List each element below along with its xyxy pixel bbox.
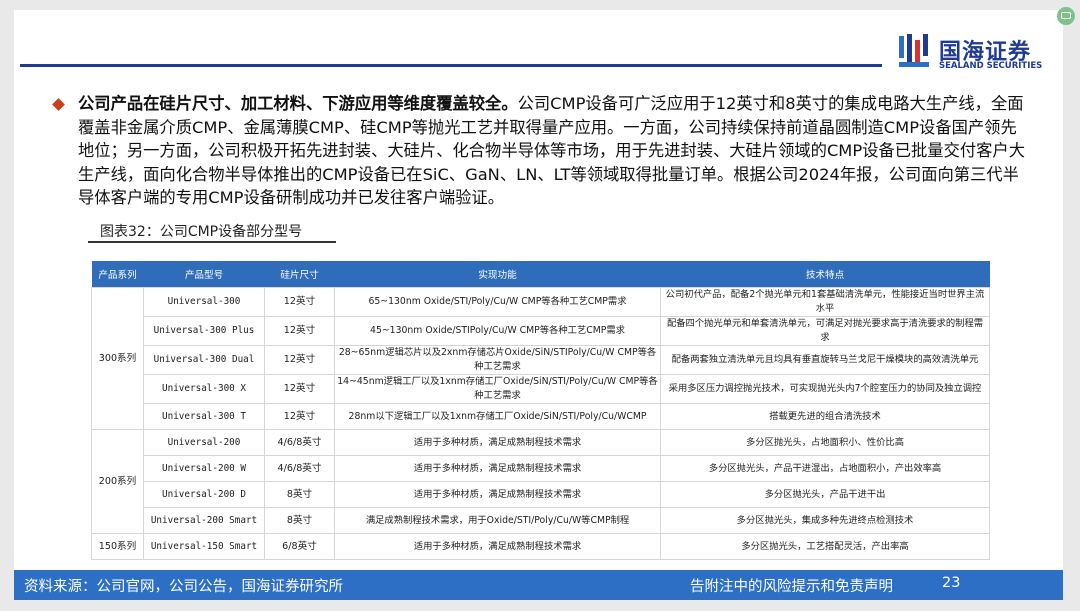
size-cell: 12英寸 [264,345,335,375]
feature-cell: 公司初代产品，配备2个抛光单元和1套基础清洗单元，性能接近当时世界主流水平 [660,287,990,317]
table-header-row: 产品系列 产品型号 硅片尺寸 实现功能 技术特点 [91,261,990,288]
size-cell: 12英寸 [264,316,335,346]
table-row: 300系列 Universal-300 12英寸 65~130nm Oxide/… [91,287,990,430]
feature-cell: 多分区抛光头，集成多种先进终点检测技术 [660,507,990,534]
cmp-models-table: 产品系列 产品型号 硅片尺寸 实现功能 技术特点 300系列 Universal… [91,261,990,560]
function-cell: 45~130nm Oxide/STIPoly/Cu/W CMP等各种工艺CMP需… [334,316,661,346]
table-row: Universal-200 D 8英寸 适用于多种材质，满足成熟制程技术需求 多… [92,481,990,508]
header-rule [20,64,882,67]
footer-bar: 资料来源：公司官网，公司公告，国海证券研究所 告附注中的风险提示和免责声明 23 [14,570,1063,600]
function-cell: 适用于多种材质，满足成熟制程技术需求 [334,429,661,456]
header-size: 硅片尺寸 [264,261,335,288]
size-cell: 8英寸 [264,507,335,534]
size-cell: 12英寸 [264,403,335,430]
header-feature: 技术特点 [660,261,990,288]
function-cell: 适用于多种材质，满足成熟制程技术需求 [334,533,661,560]
size-cell: 12英寸 [264,287,335,317]
size-cell: 12英寸 [264,374,335,404]
table-row: Universal-200 W 4/6/8英寸 适用于多种材质，满足成熟制程技术… [92,455,990,482]
function-cell: 适用于多种材质，满足成熟制程技术需求 [334,481,661,508]
model-cell: Universal-300 Plus [143,316,265,346]
header-series: 产品系列 [91,261,144,288]
slide: 国海证券 SEALAND SECURITIES 公司产品在硅片尺寸、加工材料、下… [14,10,1063,600]
feature-cell: 多分区抛光头，工艺搭配灵活，产出率高 [660,533,990,560]
model-cell: Universal-200 Smart [143,507,265,534]
model-cell: Universal-300 X [143,374,265,404]
figure-title: 图表32：公司CMP设备部分型号 [100,224,303,240]
model-cell: Universal-300 Dual [143,345,265,375]
table-row: Universal-300 T 12英寸 28nm以下逻辑工厂以及1xnm存储工… [92,403,990,430]
bullet-diamond-icon [52,98,65,111]
figure-title-rule [88,241,336,243]
size-cell: 4/6/8英寸 [264,429,335,456]
company-logo: 国海证券 SEALAND SECURITIES [897,32,1057,80]
page-number: 23 [942,575,961,591]
feature-cell: 多分区抛光头，产品干进湿出，占地面积小，产出效率高 [660,455,990,482]
function-cell: 14~45nm逻辑工厂以及1xnm存储工厂Oxide/SiN/STI/Poly/… [334,374,661,404]
logo-name-en: SEALAND SECURITIES [939,61,1043,71]
feature-cell: 采用多区压力调控抛光技术，可实现抛光头内7个腔室压力的协同及独立调控 [660,374,990,404]
table-row: 150系列 Universal-150 Smart 6/8英寸 适用于多种材质，… [91,533,990,560]
model-cell: Universal-200 W [143,455,265,482]
function-cell: 65~130nm Oxide/STI/Poly/Cu/W CMP等各种工艺CMP… [334,287,661,317]
feature-cell: 配备四个抛光单元和单套清洗单元，可满足对抛光要求高于清洗要求的制程需求 [660,316,990,346]
model-cell: Universal-150 Smart [143,533,265,560]
feature-cell: 多分区抛光头，产品干进干出 [660,481,990,508]
chat-bubble-icon[interactable] [1057,7,1075,25]
feature-cell: 配备两套独立清洗单元且均具有垂直旋转马兰戈尼干燥模块的高效清洗单元 [660,345,990,375]
series-cell: 300系列 [91,287,144,430]
table-row: Universal-300 Dual 12英寸 28~65nm逻辑芯片以及2xn… [92,345,990,375]
size-cell: 6/8英寸 [264,533,335,560]
source-note: 资料来源：公司官网，公司公告，国海证券研究所 [24,579,343,595]
header-model: 产品型号 [143,261,265,288]
function-cell: 满足成熟制程技术需求，用于Oxide/STI/Poly/Cu/W等CMP制程 [334,507,661,534]
table-row: Universal-300 X 12英寸 14~45nm逻辑工厂以及1xnm存储… [92,374,990,404]
series-cell: 150系列 [91,533,144,560]
model-cell: Universal-200 [143,429,265,456]
model-cell: Universal-300 T [143,403,265,430]
model-cell: Universal-300 [143,287,265,317]
size-cell: 4/6/8英寸 [264,455,335,482]
feature-cell: 多分区抛光头，占地面积小、性价比高 [660,429,990,456]
size-cell: 8英寸 [264,481,335,508]
feature-cell: 搭载更先进的组合清洗技术 [660,403,990,430]
model-cell: Universal-200 D [143,481,265,508]
function-cell: 适用于多种材质，满足成熟制程技术需求 [334,455,661,482]
paragraph-lead: 公司产品在硅片尺寸、加工材料、下游应用等维度覆盖较全。 [78,94,518,113]
table-row: Universal-200 Smart 8英寸 满足成熟制程技术需求，用于Oxi… [92,507,990,534]
body-paragraph: 公司产品在硅片尺寸、加工材料、下游应用等维度覆盖较全。公司CMP设备可广泛应用于… [78,92,1028,210]
table-row: Universal-300 Plus 12英寸 45~130nm Oxide/S… [92,316,990,346]
function-cell: 28~65nm逻辑芯片以及2xnm存储芯片Oxide/SiN/STIPoly/C… [334,345,661,375]
logo-mark-icon [899,34,929,67]
header-function: 实现功能 [334,261,661,288]
table-row: 200系列 Universal-200 4/6/8英寸 适用于多种材质，满足成熟… [91,429,990,534]
function-cell: 28nm以下逻辑工厂以及1xnm存储工厂Oxide/SiN/STI/Poly/C… [334,403,661,430]
disclaimer-note: 告附注中的风险提示和免责声明 [690,579,893,595]
series-cell: 200系列 [91,429,144,534]
